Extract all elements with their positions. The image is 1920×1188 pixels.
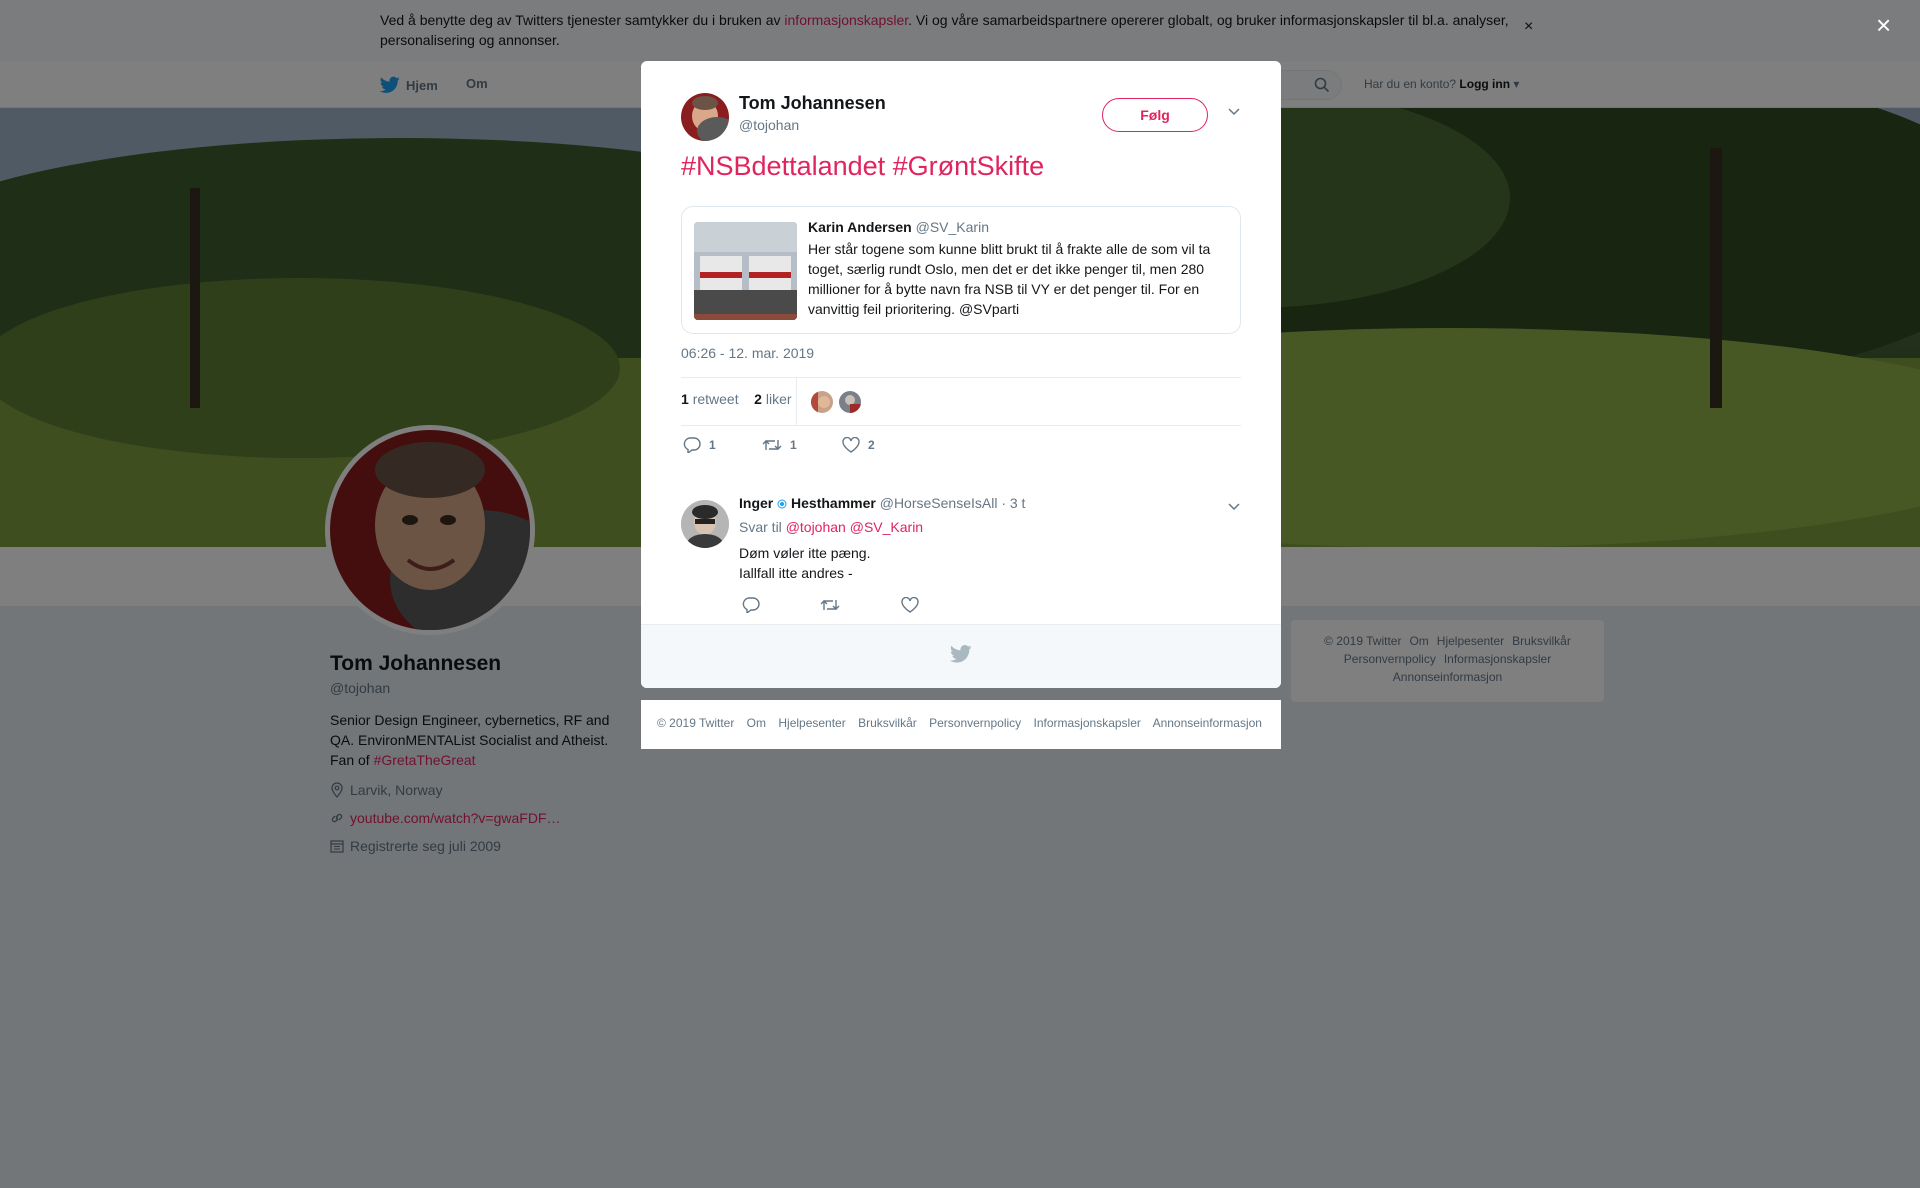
follow-button[interactable]: Følg	[1102, 98, 1208, 132]
footer-link-help[interactable]: Hjelpesenter	[778, 716, 845, 730]
footer-link-about[interactable]: Om	[747, 716, 766, 730]
likes-label: liker	[765, 391, 792, 407]
retweet-icon	[762, 440, 782, 450]
reply-to-mention[interactable]: @SV_Karin	[850, 519, 923, 535]
reply-button[interactable]: 1	[683, 437, 716, 453]
retweets-count: 1	[681, 391, 689, 407]
quoted-author-name: Karin Andersen	[808, 219, 912, 235]
reply-icon[interactable]	[742, 597, 760, 613]
author-avatar[interactable]	[681, 93, 729, 141]
tweet-timestamp[interactable]: 06:26 - 12. mar. 2019	[681, 345, 814, 361]
like-icon	[842, 437, 860, 453]
like-count: 2	[868, 438, 875, 452]
like-icon[interactable]	[901, 597, 919, 613]
reply-to-label: Svar til	[739, 519, 782, 535]
verified-icon	[777, 499, 787, 509]
author-avatar-photo	[681, 93, 729, 141]
train-photo	[694, 222, 797, 320]
quoted-tweet-image[interactable]	[694, 222, 797, 320]
reply-author[interactable]: Inger Hesthammer @HorseSenseIsAll · 3 t	[739, 495, 1025, 511]
divider	[681, 377, 1241, 378]
footer-link-terms[interactable]: Bruksvilkår	[858, 716, 917, 730]
reply-count: 1	[709, 438, 716, 452]
retweet-stat[interactable]: 1 retweet	[681, 391, 739, 407]
quoted-author: Karin Andersen @SV_Karin	[808, 219, 989, 235]
quoted-author-handle: @SV_Karin	[915, 219, 989, 235]
tweet-stats: 1 retweet 2 liker	[681, 391, 792, 407]
twitter-bird-icon	[950, 645, 972, 663]
likes-count: 2	[754, 391, 762, 407]
reply-icon	[683, 437, 701, 453]
quoted-tweet[interactable]: Karin Andersen @SV_Karin Her står togene…	[681, 206, 1241, 334]
liker-avatar[interactable]	[839, 391, 861, 413]
tweet-text[interactable]: #NSBdettalandet #GrøntSkifte	[681, 151, 1044, 182]
modal-bottom-bar	[641, 624, 1281, 688]
liker-avatar-photo	[839, 391, 861, 413]
reply-text[interactable]: Døm vøler itte pæng. Iallfall itte andre…	[739, 543, 870, 583]
reply-author-handle: @HorseSenseIsAll	[879, 495, 998, 511]
divider	[681, 425, 1241, 426]
liker-avatar[interactable]	[811, 391, 833, 413]
reply-author-avatar[interactable]	[681, 500, 729, 548]
modal-footer: © 2019 Twitter Om Hjelpesenter Bruksvilk…	[641, 700, 1281, 749]
likes-stat[interactable]: 2 liker	[754, 391, 791, 407]
reply-to-mention[interactable]: @tojohan	[786, 519, 846, 535]
reply-avatar-photo	[681, 500, 729, 548]
author-name[interactable]: Tom Johannesen	[739, 93, 886, 114]
close-icon[interactable]: ×	[1876, 12, 1891, 38]
author-handle[interactable]: @tojohan	[739, 117, 799, 133]
footer-link-privacy[interactable]: Personvernpolicy	[929, 716, 1021, 730]
footer-copyright: © 2019 Twitter	[657, 716, 735, 730]
reply-to-line: Svar til @tojohan @SV_Karin	[739, 519, 923, 535]
chevron-down-icon[interactable]	[1227, 106, 1241, 116]
tweet-modal: Tom Johannesen @tojohan Følg #NSBdettala…	[641, 61, 1281, 688]
like-button[interactable]: 2	[842, 437, 875, 453]
footer-link-ads[interactable]: Annonseinformasjon	[1153, 716, 1262, 730]
retweet-count: 1	[790, 438, 797, 452]
retweet-icon[interactable]	[820, 597, 840, 613]
reply-text-line: Døm vøler itte pæng.	[739, 545, 871, 561]
stats-separator	[796, 378, 797, 425]
quoted-tweet-text: Her står togene som kunne blitt brukt ti…	[808, 241, 1211, 317]
chevron-down-icon[interactable]	[1227, 501, 1241, 511]
retweets-label: retweet	[692, 391, 739, 407]
liker-avatar-photo	[811, 391, 833, 413]
retweet-button[interactable]: 1	[762, 437, 797, 453]
reply-author-first-name: Inger	[739, 495, 774, 511]
reply-time[interactable]: · 3 t	[1001, 495, 1025, 511]
reply-author-last-name: Hesthammer	[791, 495, 876, 511]
footer-link-cookies[interactable]: Informasjonskapsler	[1034, 716, 1141, 730]
reply-text-line: Iallfall itte andres -	[739, 565, 853, 581]
